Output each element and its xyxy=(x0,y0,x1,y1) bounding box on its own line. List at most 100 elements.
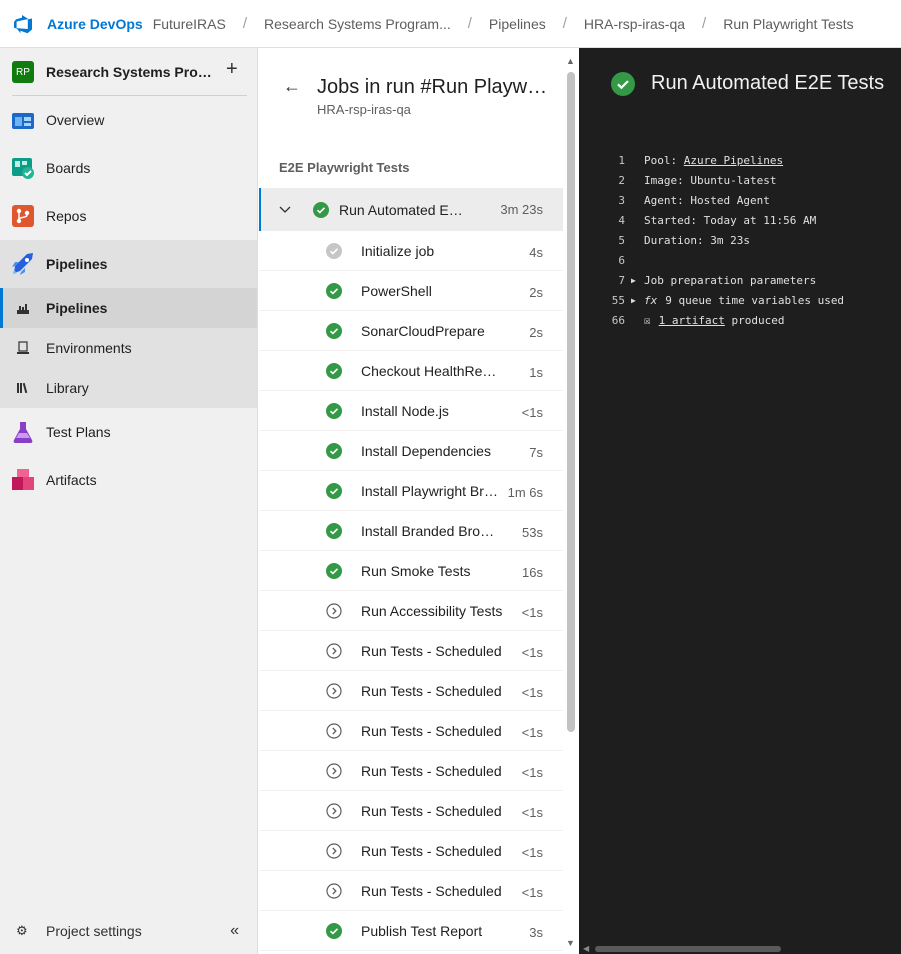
sidebar-item-label: Repos xyxy=(46,208,87,224)
breadcrumb-separator: / xyxy=(467,15,472,32)
step-row[interactable]: SonarCloudPrepare 2s xyxy=(259,311,563,351)
sidebar-item-test-plans[interactable]: Test Plans xyxy=(0,408,257,456)
expand-triangle-icon[interactable]: ▶ xyxy=(631,296,636,305)
sidebar-item-label: Pipelines xyxy=(46,256,108,272)
step-duration: 2s xyxy=(529,285,543,300)
log-lines: 1 Pool: Azure Pipelines 2 Image: Ubuntu-lat… xyxy=(579,150,901,330)
line-number: 1 xyxy=(618,153,625,167)
log-line: 4 Started: Today at 11:56 AM xyxy=(579,210,901,230)
log-text[interactable]: 9 queue time variables used xyxy=(665,294,844,307)
breadcrumb-pipeline[interactable]: HRA-rsp-iras-qa xyxy=(584,16,685,32)
breadcrumb-pipelines[interactable]: Pipelines xyxy=(489,16,546,32)
step-name: Checkout HealthResearchAuthority xyxy=(361,363,503,379)
log-text[interactable]: Job preparation parameters xyxy=(644,274,816,287)
step-duration: 4s xyxy=(529,245,543,260)
success-check-icon xyxy=(326,283,342,299)
project-name[interactable]: Research Systems Programme xyxy=(46,64,214,80)
step-row[interactable]: Run Tests - Scheduled <1s xyxy=(259,751,563,791)
step-row[interactable]: Checkout HealthResearchAuthority 1s xyxy=(259,351,563,391)
sidebar-item-boards[interactable]: Boards xyxy=(0,144,257,192)
steps-list: Initialize job 4s PowerShell 2s SonarCloudPr… xyxy=(259,231,563,951)
sidebar-subitem-library[interactable]: Library xyxy=(0,368,257,408)
back-arrow-icon[interactable]: ← xyxy=(283,76,301,97)
line-number: 5 xyxy=(618,233,625,247)
azure-devops-logo-icon[interactable] xyxy=(12,13,34,35)
step-row[interactable]: Run Smoke Tests 16s xyxy=(259,551,563,591)
add-icon[interactable]: + xyxy=(226,58,238,81)
scrollbar-thumb[interactable] xyxy=(567,72,575,732)
step-name: Run Tests - Scheduled xyxy=(361,883,502,899)
step-duration: 2s xyxy=(529,325,543,340)
repos-icon xyxy=(10,203,36,229)
stage-label: E2E Playwright Tests xyxy=(279,160,410,175)
sidebar-item-artifacts[interactable]: Artifacts xyxy=(0,456,257,504)
step-row[interactable]: Run Tests - Scheduled <1s xyxy=(259,671,563,711)
sidebar-item-overview[interactable]: Overview xyxy=(0,96,257,144)
scroll-left-icon[interactable]: ◀ xyxy=(583,944,589,953)
step-name: Publish Test Report xyxy=(361,923,483,939)
log-text: Started: Today at 11:56 AM xyxy=(644,213,817,227)
log-text: Agent: Hosted Agent xyxy=(644,193,770,207)
step-duration: <1s xyxy=(521,685,543,700)
skipped-chevron-icon xyxy=(326,643,342,659)
job-name: Run Automated E2E Tests xyxy=(339,201,463,218)
breadcrumb-project[interactable]: Research Systems Program... xyxy=(264,16,451,32)
log-text: Pool: xyxy=(644,153,684,167)
pipelines-icon xyxy=(10,251,36,277)
step-row[interactable]: Install Playwright Browsers 1m 6s xyxy=(259,471,563,511)
step-row[interactable]: Run Tests - Scheduled <1s xyxy=(259,831,563,871)
success-check-icon xyxy=(326,323,342,339)
scroll-up-icon[interactable]: ▲ xyxy=(566,56,575,66)
step-row[interactable]: Initialize job 4s xyxy=(259,231,563,271)
step-row[interactable]: Run Tests - Scheduled <1s xyxy=(259,791,563,831)
project-settings-button[interactable]: ⚙ Project settings « xyxy=(0,908,257,954)
breadcrumb-separator: / xyxy=(242,15,248,32)
step-duration: 1s xyxy=(529,365,543,380)
step-row[interactable]: Install Branded Browsers 53s xyxy=(259,511,563,551)
step-name: PowerShell xyxy=(361,283,432,299)
artifact-link[interactable]: 1 artifact xyxy=(659,314,725,327)
breadcrumb-separator: / xyxy=(702,15,707,32)
success-check-icon xyxy=(326,443,342,459)
scrollbar-thumb[interactable] xyxy=(595,946,781,952)
step-row[interactable]: Install Dependencies 7s xyxy=(259,431,563,471)
project-header[interactable]: RP Research Systems Programme + xyxy=(0,48,257,96)
sidebar-item-repos[interactable]: Repos xyxy=(0,192,257,240)
artifact-icon: ☒ xyxy=(644,313,651,327)
step-name: Run Smoke Tests xyxy=(361,563,471,579)
line-number: 2 xyxy=(618,173,625,187)
step-name: SonarCloudPrepare xyxy=(361,323,485,339)
pool-link[interactable]: Azure Pipelines xyxy=(684,154,783,167)
sidebar-item-pipelines[interactable]: Pipelines xyxy=(0,240,257,288)
chevron-down-icon[interactable] xyxy=(279,203,293,217)
step-row[interactable]: Run Accessibility Tests <1s xyxy=(259,591,563,631)
job-row[interactable]: Run Automated E2E Tests 3m 23s xyxy=(259,188,563,231)
sidebar-subitem-pipelines[interactable]: Pipelines xyxy=(0,288,257,328)
breadcrumb-run[interactable]: Run Playwright Tests xyxy=(723,16,853,32)
completed-check-icon xyxy=(326,243,342,259)
jobs-scrollbar[interactable]: ▲ ▼ xyxy=(565,56,577,954)
sidebar-item-label: Overview xyxy=(46,112,105,128)
step-row[interactable]: Run Tests - Scheduled <1s xyxy=(259,631,563,671)
step-row[interactable]: Install Node.js <1s xyxy=(259,391,563,431)
brand-link[interactable]: Azure DevOps xyxy=(47,16,143,32)
boards-icon xyxy=(10,155,36,181)
page-subtitle: HRA-rsp-iras-qa xyxy=(317,102,411,117)
step-row[interactable]: Run Tests - Scheduled <1s xyxy=(259,871,563,911)
breadcrumb-org[interactable]: FutureIRAS xyxy=(153,16,226,32)
sidebar-subitem-environments[interactable]: Environments xyxy=(0,328,257,368)
step-row[interactable]: Publish Test Report 3s xyxy=(259,911,563,951)
log-horizontal-scrollbar[interactable]: ◀ xyxy=(583,944,901,954)
collapse-sidebar-icon[interactable]: « xyxy=(230,922,239,940)
fx-icon: fx xyxy=(644,293,658,307)
step-duration: 16s xyxy=(522,565,543,580)
sidebar: RP Research Systems Programme + Overview… xyxy=(0,48,258,954)
scroll-down-icon[interactable]: ▼ xyxy=(566,938,575,948)
step-duration: <1s xyxy=(521,805,543,820)
step-row[interactable]: PowerShell 2s xyxy=(259,271,563,311)
line-number: 66 xyxy=(611,313,625,327)
step-row[interactable]: Run Tests - Scheduled <1s xyxy=(259,711,563,751)
expand-triangle-icon[interactable]: ▶ xyxy=(631,276,636,285)
page-title: Jobs in run #Run Playwright Tests xyxy=(317,76,549,98)
step-name: Run Tests - Scheduled xyxy=(361,843,502,859)
